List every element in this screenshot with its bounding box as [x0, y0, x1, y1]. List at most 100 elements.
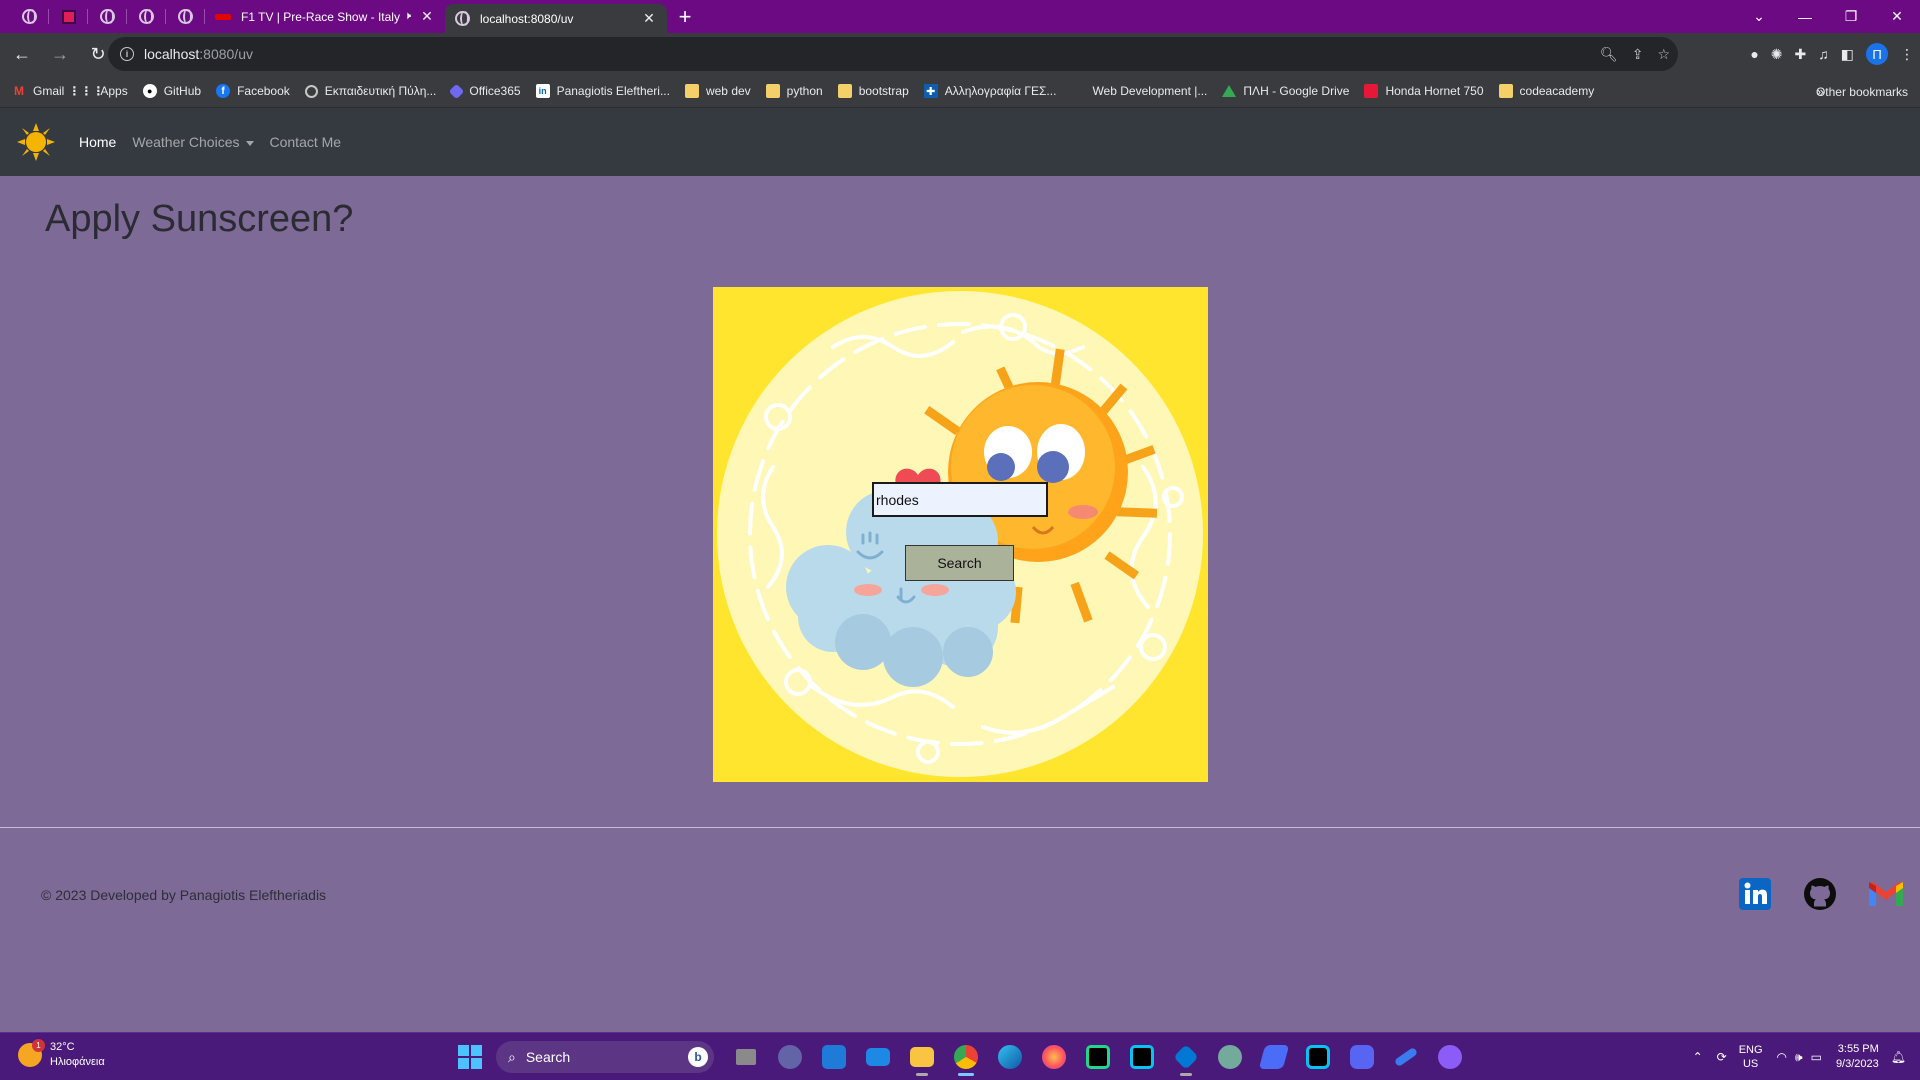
bookmark-github[interactable]: ● GitHub	[142, 84, 201, 98]
facebook-icon: f	[216, 84, 231, 98]
github-icon: ●	[142, 84, 157, 98]
share-icon[interactable]: ⇪	[1632, 46, 1644, 63]
notification-bell-icon[interactable]: 🔔︎	[1891, 1050, 1906, 1064]
edge-icon[interactable]	[988, 1037, 1032, 1077]
page-title: Apply Sunscreen?	[45, 198, 354, 240]
nav-contact[interactable]: Contact Me	[270, 134, 342, 150]
language-indicator[interactable]: ENG US	[1739, 1043, 1763, 1071]
vscode-icon[interactable]	[1164, 1037, 1208, 1077]
restore-icon[interactable]: ❐	[1828, 8, 1874, 25]
bookmark-office365[interactable]: Office365	[449, 83, 521, 99]
tab-search-icon[interactable]: ⌄	[1736, 8, 1782, 25]
back-icon[interactable]: ←	[6, 38, 38, 70]
globe-icon	[304, 84, 318, 98]
webstorm-icon[interactable]	[1120, 1037, 1164, 1077]
firefox-icon[interactable]	[1032, 1037, 1076, 1077]
zoom-icon[interactable]: 🔍︎	[1600, 46, 1618, 63]
task-view-icon[interactable]	[724, 1037, 768, 1077]
power-automate-icon[interactable]	[1252, 1037, 1296, 1077]
pinned-tab[interactable]	[127, 0, 166, 33]
discord-icon[interactable]	[1340, 1037, 1384, 1077]
tab-localhost[interactable]: localhost:8080/uv ✕	[445, 4, 667, 33]
bookmark-ges-mail[interactable]: ✚ Αλληλογραφία ΓΕΣ...	[923, 84, 1056, 98]
tab-f1tv[interactable]: F1 TV | Pre-Race Show - Italy 🕨 ✕	[205, 0, 445, 33]
github-icon[interactable]	[1802, 876, 1838, 912]
pinned-tab[interactable]	[166, 0, 205, 33]
bookmark-gmail[interactable]: M Gmail	[12, 84, 64, 98]
taskbar-search[interactable]: ⌕ Search b	[496, 1041, 714, 1073]
address-bar[interactable]: i localhost:8080/uv 🔍︎ ⇪ ☆	[108, 37, 1678, 71]
close-window-icon[interactable]: ✕	[1874, 8, 1920, 25]
speaker-muted-icon[interactable]: 🕨	[404, 10, 411, 23]
app-icon	[61, 9, 76, 24]
google-drive-icon	[1222, 85, 1237, 97]
bookmark-apps[interactable]: ⋮⋮⋮ Apps	[68, 84, 127, 98]
apps-icon: ⋮⋮⋮	[68, 84, 105, 98]
bookmark-bootstrap[interactable]: bootstrap	[837, 84, 909, 98]
close-tab-icon[interactable]: ✕	[641, 10, 657, 27]
bookmark-facebook[interactable]: f Facebook	[216, 84, 290, 98]
tab-title: F1 TV | Pre-Race Show - Italy	[241, 9, 400, 24]
pinned-tab[interactable]	[10, 0, 49, 33]
todo-icon[interactable]	[1384, 1037, 1428, 1077]
nav-weather-choices[interactable]: Weather Choices	[132, 134, 254, 150]
extension-icon[interactable]: ●	[1750, 46, 1758, 62]
chevron-up-icon[interactable]: ⌃	[1693, 1050, 1703, 1064]
forward-icon[interactable]: →	[44, 38, 76, 70]
omnibox-actions: 🔍︎ ⇪ ☆	[1600, 37, 1670, 71]
puzzle-icon[interactable]: ✚	[1795, 46, 1807, 63]
bookmarks-bar: M Gmail ⋮⋮⋮ Apps ● GitHub f Facebook Εκπαιδε…	[0, 75, 1920, 108]
folder-icon	[837, 84, 852, 98]
bookmark-star-icon[interactable]: ☆	[1657, 46, 1670, 63]
site-info-icon[interactable]: i	[120, 47, 134, 61]
file-explorer-icon[interactable]	[900, 1037, 944, 1077]
other-bookmarks[interactable]: Other bookmarks	[1809, 75, 1908, 108]
search-button[interactable]: Search	[905, 545, 1014, 581]
toolbar-extensions: ● ✺ ✚ ♫ ◧ П ⋮	[1750, 33, 1914, 75]
chrome-icon[interactable]	[944, 1037, 988, 1077]
menu-icon[interactable]: ⋮	[1900, 46, 1914, 63]
bookmark-edu-portal[interactable]: Εκπαιδευτική Πύλη...	[304, 84, 436, 98]
clock[interactable]: 3:55 PM 9/3/2023	[1836, 1042, 1879, 1072]
linkedin-icon[interactable]	[1737, 876, 1773, 912]
nav-links: Home Weather Choices Contact Me	[79, 134, 341, 150]
pycharm-icon[interactable]	[1076, 1037, 1120, 1077]
window-controls: ⌄ — ❐ ✕	[1736, 0, 1920, 33]
bookmark-web-development[interactable]: Web Development |...	[1071, 84, 1207, 98]
side-panel-icon[interactable]: ◧	[1841, 46, 1854, 63]
close-tab-icon[interactable]: ✕	[419, 8, 435, 25]
pinned-tab[interactable]	[49, 0, 88, 33]
bing-icon[interactable]: b	[688, 1047, 708, 1067]
mail-icon[interactable]	[856, 1037, 900, 1077]
bookmark-python[interactable]: python	[765, 84, 823, 98]
media-icon[interactable]: ♫	[1818, 46, 1829, 62]
store-icon[interactable]	[812, 1037, 856, 1077]
bookmark-honda[interactable]: Honda Hornet 750	[1364, 84, 1484, 98]
volume-icon[interactable]: 🕪︎	[1795, 1050, 1803, 1065]
bookmark-google-drive[interactable]: ΠΛΗ - Google Drive	[1222, 84, 1349, 98]
extension-icon[interactable]: ✺	[1771, 46, 1783, 63]
minimize-icon[interactable]: —	[1782, 9, 1828, 25]
globe-icon	[455, 11, 470, 26]
bookmark-web-dev[interactable]: web dev	[684, 84, 751, 98]
nav-home[interactable]: Home	[79, 134, 116, 150]
pinned-tab[interactable]	[88, 0, 127, 33]
new-tab-button[interactable]: +	[667, 0, 703, 33]
wifi-icon[interactable]: ◠	[1777, 1050, 1787, 1064]
podcast-icon[interactable]	[1428, 1037, 1472, 1077]
sun-logo-icon[interactable]	[17, 123, 55, 161]
weather-widget[interactable]: 1 32°C Ηλιοφάνεια	[18, 1039, 105, 1070]
folder-icon	[1498, 84, 1513, 98]
city-search-input[interactable]	[872, 482, 1048, 517]
gmail-icon[interactable]	[1867, 876, 1903, 912]
battery-icon[interactable]: ▭	[1811, 1050, 1822, 1064]
bookmark-linkedin[interactable]: in Panagiotis Eleftheri...	[535, 84, 670, 98]
sync-icon[interactable]: ⟳	[1717, 1050, 1727, 1064]
bookmark-codeacademy[interactable]: codeacademy	[1498, 84, 1594, 98]
system-tray: ⌃ ⟳ ENG US ◠ 🕪︎ ▭ 3:55 PM 9/3/2023 🔔︎	[1693, 1033, 1920, 1080]
teams-chat-icon[interactable]	[768, 1037, 812, 1077]
chatgpt-icon[interactable]	[1208, 1037, 1252, 1077]
windows-start-icon[interactable]	[458, 1045, 482, 1069]
profile-avatar[interactable]: П	[1866, 43, 1888, 65]
webex-icon[interactable]	[1296, 1037, 1340, 1077]
